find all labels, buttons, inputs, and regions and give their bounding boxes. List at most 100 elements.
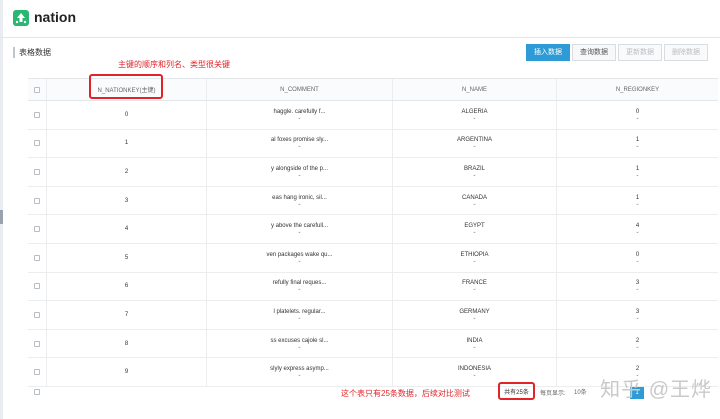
table-row[interactable]: 2 y alongside of the p... ⌄ BRAZIL ⌄ 1 ⌄: [28, 158, 718, 187]
cell-content: ALGERIA ⌄: [461, 109, 487, 121]
name-cell: CANADA ⌄: [392, 186, 556, 215]
row-checkbox[interactable]: [34, 168, 40, 175]
row-checkbox-cell: [28, 130, 46, 158]
cell-text: 0: [635, 108, 640, 115]
row-checkbox-cell: [28, 273, 46, 301]
chevron-down-icon[interactable]: ⌄: [472, 344, 476, 350]
column-header-name[interactable]: N_NAME: [392, 79, 556, 100]
table-row[interactable]: 0 haggle. carefully f... ⌄ ALGERIA ⌄ 0 ⌄: [28, 101, 718, 130]
regionkey-cell: 1 ⌄: [556, 158, 718, 186]
chevron-down-icon[interactable]: ⌄: [472, 287, 476, 292]
chevron-down-icon[interactable]: ⌄: [635, 258, 639, 264]
cell-content: 0 ⌄: [635, 109, 639, 121]
chevron-down-icon[interactable]: ⌄: [297, 115, 301, 121]
chevron-down-icon[interactable]: ⌄: [635, 201, 639, 207]
row-checkbox-cell: [28, 215, 46, 243]
insert-data-button[interactable]: 插入数据: [526, 44, 570, 61]
rail-handle[interactable]: [0, 210, 3, 224]
chevron-down-icon[interactable]: ⌄: [635, 344, 639, 350]
table-row[interactable]: 3 eas hang ironic, sil... ⌄ CANADA ⌄ 1 ⌄: [28, 186, 718, 216]
upload-arrow-icon: [13, 10, 29, 26]
table-row[interactable]: 4 y above the carefull... ⌄ EGYPT ⌄ 4 ⌄: [28, 215, 718, 244]
row-checkbox[interactable]: [34, 140, 40, 147]
comment-cell: refully final reques... ⌄: [206, 272, 392, 301]
select-all-checkbox[interactable]: [34, 86, 40, 93]
chevron-down-icon[interactable]: ⌄: [472, 258, 476, 264]
chevron-down-icon[interactable]: ⌄: [635, 287, 639, 292]
update-data-button[interactable]: 更新数据: [618, 44, 662, 61]
chevron-down-icon[interactable]: ⌄: [297, 201, 301, 207]
comment-cell: haggle. carefully f... ⌄: [206, 101, 392, 129]
table-row[interactable]: 6 refully final reques... ⌄ FRANCE ⌄ 3 ⌄: [28, 272, 718, 302]
page-title: nation: [34, 9, 76, 25]
section-title: 表格数据: [13, 47, 51, 58]
row-checkbox-cell: [28, 301, 46, 329]
chevron-down-icon[interactable]: ⌄: [472, 230, 476, 235]
row-checkbox-cell: [28, 187, 46, 215]
chevron-down-icon[interactable]: ⌄: [297, 373, 301, 378]
chevron-down-icon[interactable]: ⌄: [297, 258, 301, 264]
table-row[interactable]: 5 ven packages wake qu... ⌄ ETHIOPIA ⌄ 0 ⌄: [28, 243, 718, 273]
row-checkbox[interactable]: [34, 197, 40, 204]
comment-cell: eas hang ironic, sil... ⌄: [206, 186, 392, 215]
cell-content: FRANCE ⌄: [462, 280, 487, 292]
chevron-down-icon[interactable]: ⌄: [635, 172, 639, 178]
regionkey-cell: 0 ⌄: [556, 101, 718, 129]
chevron-down-icon[interactable]: ⌄: [472, 115, 476, 121]
chevron-down-icon[interactable]: ⌄: [297, 172, 301, 178]
regionkey-cell: 4 ⌄: [556, 215, 718, 243]
chevron-down-icon[interactable]: ⌄: [472, 315, 476, 321]
cell-content: al foxes promise sly... ⌄: [271, 137, 328, 149]
chevron-down-icon[interactable]: ⌄: [635, 144, 639, 149]
row-checkbox[interactable]: [34, 311, 40, 318]
query-data-button[interactable]: 查询数据: [572, 44, 616, 61]
row-checkbox[interactable]: [34, 283, 40, 290]
cell-text: 8: [124, 340, 129, 347]
toolbar: 插入数据 查询数据 更新数据 删除数据: [526, 44, 708, 61]
row-checkbox[interactable]: [34, 340, 40, 347]
cell-content: CANADA ⌄: [462, 195, 487, 207]
cell-text: 6: [124, 283, 129, 290]
chevron-down-icon[interactable]: ⌄: [297, 315, 301, 321]
row-checkbox[interactable]: [34, 254, 40, 261]
cell-content: GERMANY ⌄: [459, 309, 489, 321]
cell-text: eas hang ironic, sil...: [272, 194, 327, 201]
chevron-down-icon[interactable]: ⌄: [635, 115, 639, 121]
cell-content: y alongside of the p... ⌄: [271, 166, 328, 178]
row-checkbox[interactable]: [34, 111, 40, 118]
per-page-select[interactable]: 10条: [574, 387, 587, 396]
chevron-down-icon[interactable]: ⌄: [635, 315, 639, 321]
table-row[interactable]: 1 al foxes promise sly... ⌄ ARGENTINA ⌄ 1 ⌄: [28, 129, 718, 159]
nationkey-cell: 7: [46, 301, 206, 329]
column-header-comment[interactable]: N_COMMENT: [206, 79, 392, 100]
chevron-down-icon[interactable]: ⌄: [297, 344, 301, 350]
regionkey-cell: 2 ⌄: [556, 329, 718, 358]
table-row[interactable]: 8 ss excuses cajole sl... ⌄ INDIA ⌄ 2 ⌄: [28, 329, 718, 359]
chevron-down-icon[interactable]: ⌄: [472, 172, 476, 178]
cell-content: 3 ⌄: [635, 309, 639, 321]
chevron-down-icon[interactable]: ⌄: [297, 144, 301, 149]
cell-text: ss excuses cajole sl...: [270, 337, 329, 344]
cell-content: refully final reques... ⌄: [273, 280, 327, 292]
table-row[interactable]: 7 l platelets. regular... ⌄ GERMANY ⌄ 3 ⌄: [28, 301, 718, 330]
chevron-down-icon[interactable]: ⌄: [472, 144, 476, 149]
comment-cell: y above the carefull... ⌄: [206, 215, 392, 243]
chevron-down-icon[interactable]: ⌄: [472, 201, 476, 207]
chevron-down-icon[interactable]: ⌄: [635, 230, 639, 235]
watermark: 知乎 @王烨: [600, 379, 712, 401]
chevron-down-icon[interactable]: ⌄: [472, 373, 476, 378]
cell-content: 1 ⌄: [635, 166, 639, 178]
chevron-down-icon[interactable]: ⌄: [297, 287, 301, 292]
chevron-down-icon[interactable]: ⌄: [297, 230, 301, 235]
cell-text: 7: [124, 311, 129, 318]
cell-content: 0 ⌄: [635, 252, 639, 264]
nationkey-cell: 4: [46, 215, 206, 243]
cell-content: 2 ⌄: [635, 338, 639, 350]
regionkey-cell: 1 ⌄: [556, 186, 718, 215]
footer-checkbox[interactable]: [34, 389, 40, 395]
column-header-regionkey[interactable]: N_REGIONKEY: [556, 79, 718, 100]
row-checkbox[interactable]: [34, 226, 40, 233]
row-checkbox[interactable]: [34, 369, 40, 376]
delete-data-button[interactable]: 删除数据: [664, 44, 708, 61]
table-body: 0 haggle. carefully f... ⌄ ALGERIA ⌄ 0 ⌄ 1 al fo…: [28, 101, 718, 387]
